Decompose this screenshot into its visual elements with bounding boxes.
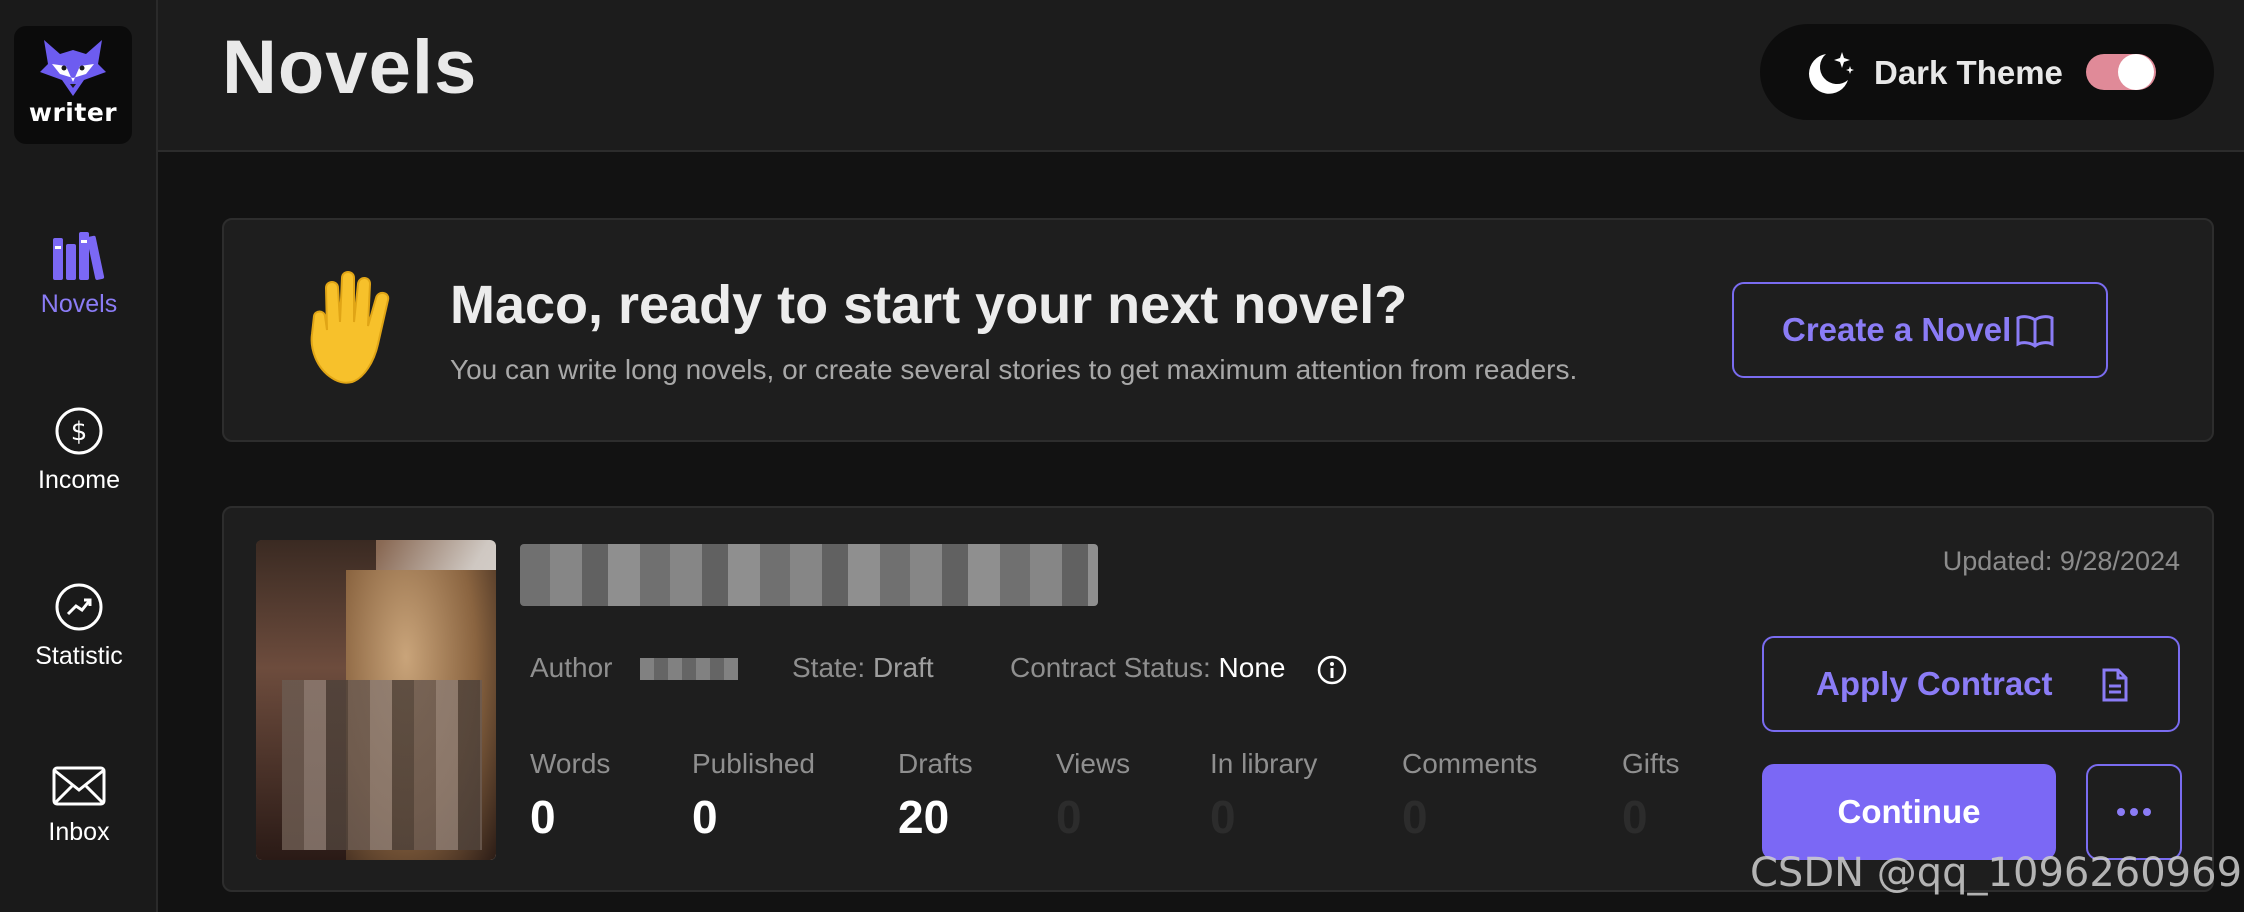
- stat-label: Comments: [1402, 748, 1538, 779]
- contract-status-field: Contract Status: None: [1010, 652, 1285, 684]
- books-icon: [51, 222, 107, 280]
- top-header: Novels Dark Theme: [158, 0, 2244, 152]
- stat-value: 0: [1056, 791, 1082, 843]
- state-field: State: Draft: [792, 652, 934, 684]
- chart-circle-icon: [54, 574, 104, 632]
- stat-label: Words: [530, 748, 611, 779]
- welcome-subtitle: You can write long novels, or create sev…: [450, 354, 1578, 385]
- stat-comments: Comments 0: [1402, 748, 1537, 844]
- moon-stars-icon: [1804, 48, 1856, 103]
- create-novel-label: Create a Novel: [1782, 311, 2012, 348]
- stat-value: 20: [898, 791, 950, 843]
- novel-card: Updated: 9/28/2024 Author State: Draft C…: [222, 506, 2214, 892]
- apply-contract-label: Apply Contract: [1816, 665, 2053, 702]
- stat-views: Views 0: [1056, 748, 1130, 844]
- state-label: State:: [792, 652, 866, 683]
- stat-value: 0: [1210, 791, 1236, 843]
- logo-text: writer: [28, 98, 118, 127]
- open-book-icon: [2016, 314, 2054, 356]
- more-options-button[interactable]: [2086, 764, 2182, 860]
- toggle-knob: [2118, 54, 2154, 90]
- stat-label: Drafts: [898, 748, 973, 779]
- sidebar-item-novels[interactable]: Novels: [0, 222, 158, 342]
- novel-title-redacted[interactable]: [520, 544, 1098, 606]
- novel-cover-image[interactable]: [256, 540, 496, 860]
- sidebar-item-label: Novels: [40, 290, 118, 318]
- sidebar-item-label: Income: [38, 466, 120, 494]
- stat-drafts: Drafts 20: [898, 748, 973, 844]
- stat-published: Published 0: [692, 748, 815, 844]
- contract-status-label: Contract Status:: [1010, 652, 1211, 683]
- ellipsis-icon: [2116, 805, 2152, 820]
- writer-logo[interactable]: writer: [14, 26, 132, 144]
- cover-pixelation: [282, 680, 482, 850]
- sidebar: writer Novels $ Income Statistic Inbox: [0, 0, 158, 912]
- stat-label: Published: [692, 748, 815, 779]
- stat-label: In library: [1210, 748, 1318, 779]
- fox-icon: [40, 40, 106, 96]
- updated-date: Updated: 9/28/2024: [1942, 546, 2180, 576]
- watermark: CSDN @qq_1096260969: [1750, 850, 2243, 896]
- sidebar-item-inbox[interactable]: Inbox: [0, 750, 158, 870]
- page-title: Novels: [222, 25, 478, 110]
- stat-in-library: In library 0: [1210, 748, 1317, 844]
- sidebar-item-income[interactable]: $ Income: [0, 398, 158, 518]
- author-name-redacted: [640, 658, 738, 680]
- document-icon: [2100, 668, 2130, 710]
- apply-contract-button[interactable]: Apply Contract: [1762, 636, 2180, 732]
- theme-switcher: Dark Theme: [1760, 24, 2214, 120]
- contract-status-value: None: [1218, 652, 1286, 683]
- dark-theme-toggle[interactable]: [2086, 54, 2156, 90]
- welcome-card: Maco, ready to start your next novel? Yo…: [222, 218, 2214, 442]
- stat-gifts: Gifts 0: [1622, 748, 1680, 844]
- sidebar-item-statistic[interactable]: Statistic: [0, 574, 158, 694]
- stat-value: 0: [1402, 791, 1428, 843]
- continue-label: Continue: [1837, 793, 1981, 830]
- stat-label: Views: [1056, 748, 1131, 779]
- welcome-title: Maco, ready to start your next novel?: [450, 275, 1408, 335]
- stat-value: 0: [530, 791, 556, 843]
- author-label: Author: [530, 652, 613, 683]
- stat-label: Gifts: [1622, 748, 1680, 779]
- app-root: writer Novels $ Income Statistic Inbox N…: [0, 0, 2244, 912]
- stat-value: 0: [1622, 791, 1648, 843]
- svg-text:$: $: [71, 417, 88, 447]
- dollar-circle-icon: $: [54, 398, 104, 456]
- state-value: Draft: [872, 652, 934, 683]
- sidebar-item-label: Inbox: [48, 818, 110, 846]
- stat-words: Words 0: [530, 748, 610, 844]
- theme-label: Dark Theme: [1874, 54, 2063, 91]
- continue-button[interactable]: Continue: [1762, 764, 2056, 860]
- stat-value: 0: [692, 791, 718, 843]
- sidebar-item-label: Statistic: [35, 642, 123, 670]
- create-novel-button[interactable]: Create a Novel: [1732, 282, 2108, 378]
- envelope-icon: [52, 750, 106, 808]
- info-icon[interactable]: [1316, 654, 1348, 691]
- raised-hand-icon: [302, 268, 406, 391]
